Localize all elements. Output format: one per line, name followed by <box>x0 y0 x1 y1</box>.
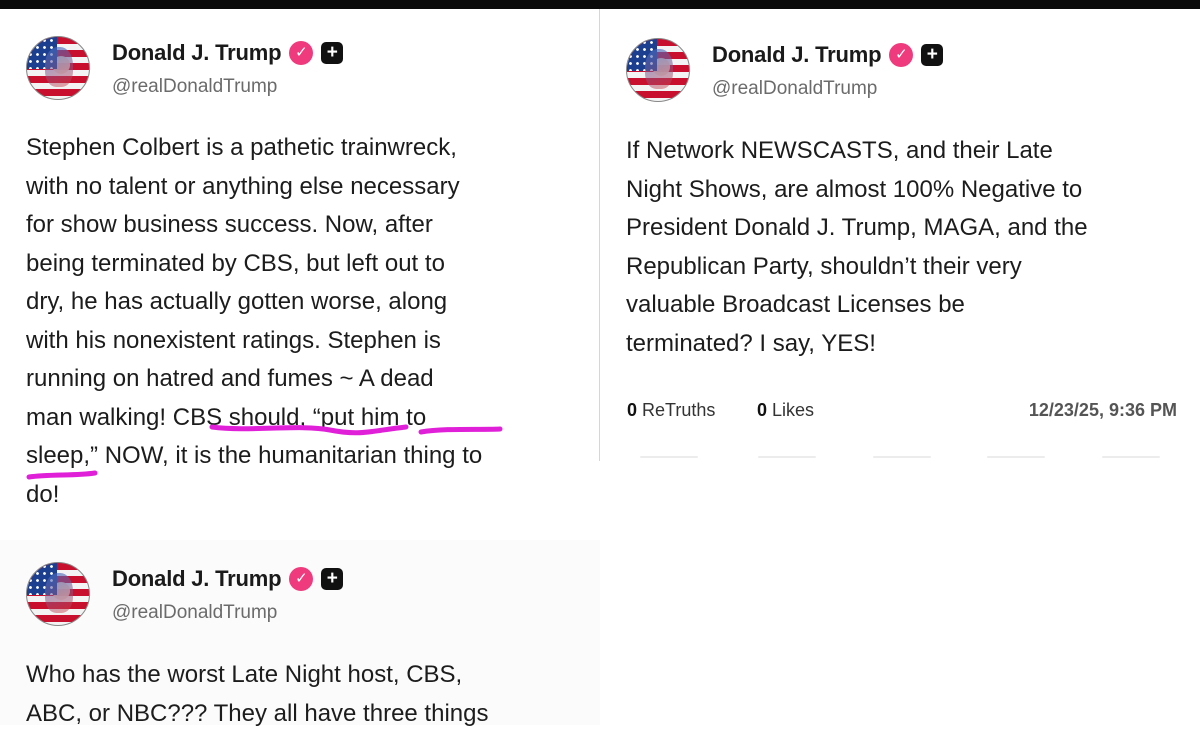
retruths-label: ReTruths <box>642 400 715 420</box>
avatar[interactable] <box>26 562 90 626</box>
column-divider <box>599 9 600 461</box>
action-placeholder <box>640 456 698 458</box>
post-line: Who has the worst Late Night host, CBS, <box>26 656 596 695</box>
post-body: If Network NEWSCASTS, and their Late Nig… <box>626 132 1186 363</box>
avatar[interactable] <box>626 38 690 102</box>
post-line: with no talent or anything else necessar… <box>26 168 596 207</box>
likes-label: Likes <box>772 400 814 420</box>
post-timestamp[interactable]: 12/23/25, 9:36 PM <box>1029 400 1177 421</box>
post-line: ABC, or NBC??? They all have three thing… <box>26 695 596 733</box>
author-row: Donald J. Trump ✓ + <box>112 40 343 66</box>
retruths-count: 0 <box>627 400 637 420</box>
post-line: President Donald J. Trump, MAGA, and the <box>626 209 1186 248</box>
post-line: Stephen Colbert is a pathetic trainwreck… <box>26 129 596 168</box>
post-line: valuable Broadcast Licenses be <box>626 286 1186 325</box>
author-handle[interactable]: @realDonaldTrump <box>712 78 877 100</box>
post-line: terminated? I say, YES! <box>626 325 1186 364</box>
top-black-bar <box>0 0 1200 9</box>
post-line: Night Shows, are almost 100% Negative to <box>626 171 1186 210</box>
action-placeholder <box>1102 456 1160 458</box>
author-name[interactable]: Donald J. Trump <box>712 42 881 68</box>
author-row: Donald J. Trump ✓ + <box>712 42 943 68</box>
verified-badge-icon: ✓ <box>889 43 913 67</box>
likes-stat[interactable]: 0 Likes <box>757 400 814 421</box>
retruths-stat[interactable]: 0 ReTruths <box>627 400 715 421</box>
action-bar-placeholder <box>640 456 1160 459</box>
avatar[interactable] <box>26 36 90 100</box>
post-line: man walking! CBS should, “put him to <box>26 399 596 438</box>
post-line: Republican Party, shouldn’t their very <box>626 248 1186 287</box>
post-line: with his nonexistent ratings. Stephen is <box>26 322 596 361</box>
author-handle[interactable]: @realDonaldTrump <box>112 76 277 98</box>
post-colbert: Donald J. Trump ✓ + @realDonaldTrump Ste… <box>26 36 586 106</box>
post-line: dry, he has actually gotten worse, along <box>26 283 596 322</box>
post-line: do! <box>26 476 596 515</box>
verified-badge-icon: ✓ <box>289 41 313 65</box>
post-line: for show business success. Now, after <box>26 206 596 245</box>
author-handle[interactable]: @realDonaldTrump <box>112 602 277 624</box>
post-line: If Network NEWSCASTS, and their Late <box>626 132 1186 171</box>
post-line: being terminated by CBS, but left out to <box>26 245 596 284</box>
action-placeholder <box>758 456 816 458</box>
author-name[interactable]: Donald J. Trump <box>112 40 281 66</box>
truth-plus-icon: + <box>921 44 943 66</box>
action-placeholder <box>873 456 931 458</box>
verified-badge-icon: ✓ <box>289 567 313 591</box>
post-line: sleep,” NOW, it is the humanitarian thin… <box>26 437 596 476</box>
post-newscasts: Donald J. Trump ✓ + @realDonaldTrump If … <box>626 38 1186 108</box>
post-body: Stephen Colbert is a pathetic trainwreck… <box>26 129 596 514</box>
truth-plus-icon: + <box>321 42 343 64</box>
likes-count: 0 <box>757 400 767 420</box>
author-row: Donald J. Trump ✓ + <box>112 566 343 592</box>
truth-plus-icon: + <box>321 568 343 590</box>
action-placeholder <box>987 456 1045 458</box>
post-header: Donald J. Trump ✓ + @realDonaldTrump <box>26 562 586 632</box>
post-header: Donald J. Trump ✓ + @realDonaldTrump <box>26 36 586 106</box>
post-body: Who has the worst Late Night host, CBS, … <box>26 656 596 733</box>
post-late-night: Donald J. Trump ✓ + @realDonaldTrump Who… <box>26 562 586 632</box>
author-name[interactable]: Donald J. Trump <box>112 566 281 592</box>
post-line: running on hatred and fumes ~ A dead <box>26 360 596 399</box>
post-header: Donald J. Trump ✓ + @realDonaldTrump <box>626 38 1186 108</box>
